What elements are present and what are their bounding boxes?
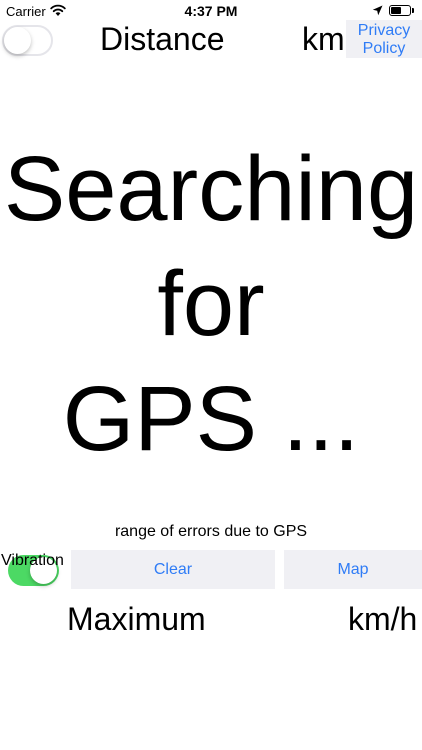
gps-error-note: range of errors due to GPS	[114, 523, 308, 540]
clear-button[interactable]: Clear	[71, 550, 275, 589]
battery-icon	[389, 5, 411, 16]
map-button-label: Map	[337, 561, 369, 578]
distance-toggle[interactable]	[2, 25, 53, 56]
map-button[interactable]: Map	[284, 550, 422, 589]
privacy-policy-button[interactable]: Privacy Policy	[346, 20, 422, 58]
location-arrow-icon	[372, 5, 383, 16]
privacy-policy-label: Privacy Policy	[357, 22, 411, 57]
maximum-speed-label: Maximum	[67, 601, 206, 637]
speed-unit: km/h	[348, 601, 418, 637]
status-bar: Carrier 4:37 PM	[0, 0, 422, 22]
status-time: 4:37 PM	[184, 3, 238, 19]
toggle-knob	[4, 27, 31, 54]
vibration-label: Vibration	[1, 552, 64, 569]
clear-button-label: Clear	[153, 561, 193, 578]
distance-unit: km	[302, 21, 345, 57]
battery-level	[391, 7, 401, 14]
gps-status-text: Searching for GPS ...	[3, 138, 419, 470]
battery-cap	[412, 8, 414, 13]
distance-label: Distance	[100, 21, 225, 57]
